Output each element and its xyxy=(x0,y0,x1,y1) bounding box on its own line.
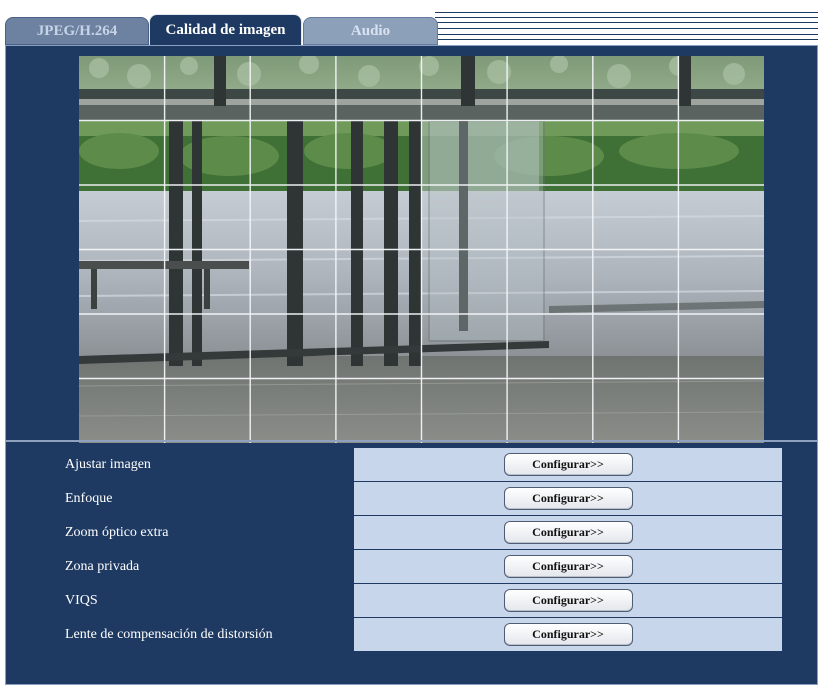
setting-value-cell: Configurar>> xyxy=(354,516,782,549)
setting-value-cell: Configurar>> xyxy=(354,448,782,481)
panel-divider xyxy=(6,440,817,442)
tab-bar-rule xyxy=(435,39,818,40)
tab-calidad-de-imagen[interactable]: Calidad de imagen xyxy=(149,14,302,45)
setting-label: Zoom óptico extra xyxy=(52,516,354,549)
tab-bar-rule xyxy=(435,34,818,35)
settings-row-viqs: VIQS Configurar>> xyxy=(52,584,782,617)
tab-bar-rule xyxy=(435,12,818,13)
tab-bar-rule xyxy=(435,22,818,23)
tab-bar: JPEG/H.264 Calidad de imagen Audio xyxy=(5,8,818,45)
setting-label: Zona privada xyxy=(52,550,354,583)
setting-label: Lente de compensación de distorsión xyxy=(52,618,354,651)
tab-bar-rule xyxy=(435,17,818,18)
tab-bar-rule xyxy=(435,28,818,29)
main-panel: Ajustar imagen Configurar>> Enfoque Conf… xyxy=(5,45,818,685)
tab-jpeg-h264[interactable]: JPEG/H.264 xyxy=(5,17,149,45)
configurar-zona-privada-button[interactable]: Configurar>> xyxy=(503,555,633,578)
camera-image xyxy=(79,56,764,443)
settings-row-zona-privada: Zona privada Configurar>> xyxy=(52,550,782,583)
settings-row-lente-compensacion-distorsion: Lente de compensación de distorsión Conf… xyxy=(52,618,782,651)
settings-row-enfoque: Enfoque Configurar>> xyxy=(52,482,782,515)
setting-value-cell: Configurar>> xyxy=(354,550,782,583)
settings-table: Ajustar imagen Configurar>> Enfoque Conf… xyxy=(52,448,782,652)
tab-audio[interactable]: Audio xyxy=(303,17,438,45)
setting-value-cell: Configurar>> xyxy=(354,584,782,617)
setting-label: VIQS xyxy=(52,584,354,617)
configurar-enfoque-button[interactable]: Configurar>> xyxy=(503,487,633,510)
settings-row-ajustar-imagen: Ajustar imagen Configurar>> xyxy=(52,448,782,481)
setting-label: Enfoque xyxy=(52,482,354,515)
setting-value-cell: Configurar>> xyxy=(354,482,782,515)
configurar-viqs-button[interactable]: Configurar>> xyxy=(503,589,633,612)
setting-value-cell: Configurar>> xyxy=(354,618,782,651)
configurar-ajustar-imagen-button[interactable]: Configurar>> xyxy=(503,453,633,476)
camera-scene xyxy=(79,56,764,443)
configurar-lente-compensacion-button[interactable]: Configurar>> xyxy=(503,623,633,646)
setting-label: Ajustar imagen xyxy=(52,448,354,481)
settings-row-zoom-optico-extra: Zoom óptico extra Configurar>> xyxy=(52,516,782,549)
configurar-zoom-optico-extra-button[interactable]: Configurar>> xyxy=(503,521,633,544)
